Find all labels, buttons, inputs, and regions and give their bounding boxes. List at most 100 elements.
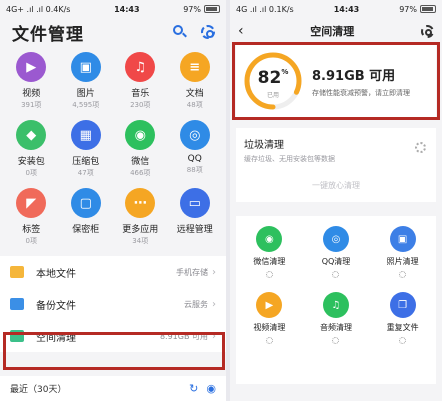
category-icon: ▣: [70, 52, 101, 82]
category-count: 4,595项: [72, 101, 100, 109]
loading-spinner-icon: [265, 271, 273, 278]
folder-icon: [10, 298, 24, 310]
category-grid: ▶ 视频 391项 ▣ 图片 4,595项 ♫ 音乐 230项 ≡ 文档 48项 ◆ 安装包 0项 ▦ 压缩包 4…: [0, 46, 226, 250]
category-name: 音乐: [131, 89, 150, 99]
junk-clean-title: 垃圾清理: [244, 140, 284, 151]
free-space-value: 8.91GB 可用: [312, 68, 396, 84]
clean-tools-card: ◉ 微信清理 ◎ QQ清理 ▣ 照片清理 ▶ 视频清理 ♫ 音频清理 ❐ 重复文件: [236, 216, 436, 384]
one-click-clean-button[interactable]: 一键放心清理: [236, 180, 436, 191]
percent-sign: %: [281, 68, 289, 76]
category-item[interactable]: ◎ QQ 88项: [168, 118, 223, 182]
tool-icon: ▣: [389, 226, 416, 252]
tool-icon: ♫: [322, 292, 349, 318]
storage-usage-ring: 82% 已用: [242, 50, 304, 112]
status-battery: 97%: [183, 5, 220, 14]
status-time: 14:43: [333, 4, 360, 14]
tool-name: 照片清理: [386, 257, 419, 266]
category-item[interactable]: ⋯ 更多应用 34项: [113, 186, 168, 250]
row-label: 空间清理: [36, 332, 76, 344]
refresh-icon[interactable]: ↻: [189, 382, 198, 395]
clean-tools-grid: ◉ 微信清理 ◎ QQ清理 ▣ 照片清理 ▶ 视频清理 ♫ 音频清理 ❐ 重复文件: [236, 216, 436, 344]
app-header: 文件管理: [0, 18, 226, 46]
category-count: 230项: [130, 101, 151, 109]
category-name: 远程管理: [176, 225, 213, 235]
category-name: 更多应用: [122, 225, 159, 235]
loading-spinner-icon: [415, 142, 426, 153]
status-bar: 4G+ .ıl .ıl 0.4K/s 14:43 97%: [0, 0, 226, 18]
category-icon: ♫: [125, 52, 156, 82]
category-count: 0项: [25, 169, 37, 177]
storage-percent-value: 82: [257, 68, 282, 88]
category-name: 标签: [22, 225, 41, 235]
category-name: 微信: [131, 157, 150, 167]
battery-percent: 97%: [183, 4, 201, 14]
category-name: 保密柜: [72, 225, 100, 235]
category-icon: ≡: [179, 52, 210, 82]
clean-tool-item[interactable]: ◎ QQ清理: [303, 226, 370, 278]
clean-tool-item[interactable]: ♫ 音频清理: [303, 292, 370, 344]
category-item[interactable]: ▣ 图片 4,595项: [59, 50, 114, 114]
tool-icon: ▶: [256, 292, 283, 318]
status-battery: 97%: [399, 5, 436, 14]
storage-list-row[interactable]: 备份文件 云服务 ›: [0, 288, 226, 320]
back-arrow-icon[interactable]: ‹: [238, 23, 244, 39]
battery-percent: 97%: [399, 4, 417, 14]
category-count: 466项: [130, 169, 151, 177]
status-carrier: 4G .ıl .ıl 0.1K/s: [236, 4, 294, 14]
recent-bar: 最近（30天） ↻ ◉: [0, 376, 226, 401]
folder-icon: [10, 266, 24, 278]
category-item[interactable]: ▦ 压缩包 47项: [59, 118, 114, 182]
status-carrier: 4G+ .ıl .ıl 0.4K/s: [6, 4, 71, 14]
storage-summary-card[interactable]: 82% 已用 8.91GB 可用 存储性能衰减预警，请立即清理: [236, 44, 436, 118]
storage-list-row[interactable]: 本地文件 手机存储 ›: [0, 256, 226, 288]
battery-icon: [204, 5, 220, 13]
category-item[interactable]: ≡ 文档 48项: [168, 50, 223, 114]
page-title: 文件管理: [12, 24, 84, 45]
category-count: 48项: [186, 101, 203, 109]
clean-tool-item[interactable]: ❐ 重复文件: [369, 292, 436, 344]
loading-spinner-icon: [332, 271, 340, 278]
category-item[interactable]: ◤ 标签 0项: [4, 186, 59, 250]
chevron-right-icon: ›: [212, 266, 216, 278]
category-item[interactable]: ▭ 远程管理: [168, 186, 223, 250]
category-name: 压缩包: [72, 157, 100, 167]
row-label: 备份文件: [36, 300, 76, 312]
category-count: 34项: [132, 237, 149, 245]
category-icon: ◤: [16, 188, 47, 218]
clean-tool-item[interactable]: ▣ 照片清理: [369, 226, 436, 278]
category-icon: ◆: [16, 120, 47, 150]
row-label: 本地文件: [36, 268, 76, 280]
category-icon: ▦: [70, 120, 101, 150]
category-count: 88项: [186, 166, 203, 174]
category-item[interactable]: ◉ 微信 466项: [113, 118, 168, 182]
category-count: 47项: [77, 169, 94, 177]
battery-icon: [419, 5, 436, 13]
junk-clean-desc: 缓存垃圾、无用安装包等数据: [244, 155, 335, 163]
row-value: 手机存储: [176, 267, 208, 277]
recent-label: 最近（30天）: [10, 385, 67, 395]
status-time: 14:43: [114, 4, 140, 14]
tool-icon: ◉: [256, 226, 283, 252]
clean-tool-item[interactable]: ◉ 微信清理: [236, 226, 303, 278]
tool-icon: ❐: [389, 292, 416, 318]
category-icon: ⋯: [125, 188, 156, 218]
row-value: 8.91GB 可用: [159, 331, 208, 341]
gear-icon[interactable]: [420, 24, 434, 38]
category-name: QQ: [187, 154, 202, 164]
category-item[interactable]: ♫ 音乐 230项: [113, 50, 168, 114]
category-icon: ◎: [179, 120, 210, 150]
tool-name: 视频清理: [253, 323, 286, 332]
category-item[interactable]: ◆ 安装包 0项: [4, 118, 59, 182]
search-icon[interactable]: [172, 24, 188, 40]
category-icon: ▭: [179, 188, 210, 218]
storage-list-row[interactable]: 空间清理 8.91GB 可用 ›: [0, 320, 226, 352]
chevron-right-icon: ›: [212, 298, 216, 310]
eye-icon[interactable]: ◉: [206, 382, 216, 395]
category-name: 视频: [22, 89, 41, 99]
storage-list: 本地文件 手机存储 › 备份文件 云服务 › 空间清理 8.91GB 可用 ›: [0, 256, 226, 352]
category-item[interactable]: ▶ 视频 391项: [4, 50, 59, 114]
tool-name: 音频清理: [319, 323, 352, 332]
category-item[interactable]: ▢ 保密柜: [59, 186, 114, 250]
gear-icon[interactable]: [200, 24, 216, 40]
clean-tool-item[interactable]: ▶ 视频清理: [236, 292, 303, 344]
